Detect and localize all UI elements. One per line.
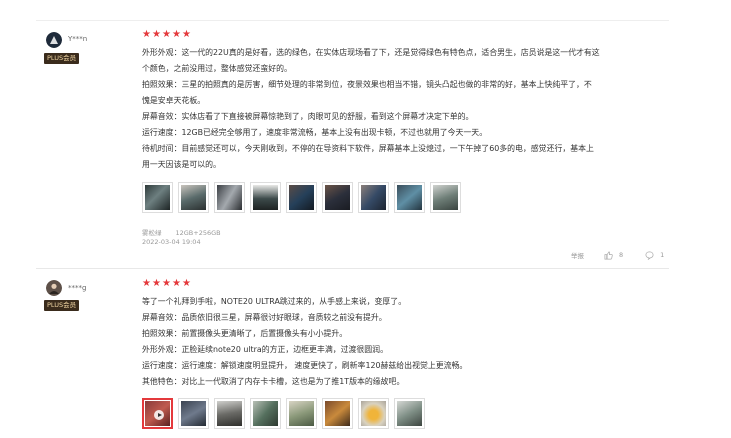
star-icon: ★ — [172, 29, 182, 40]
review-line: 外形外观：这一代的22U真的是好看，选的绿色，在实体店现场看了下，还是觉得绿色有… — [142, 48, 600, 57]
photo-thumbnail[interactable] — [358, 182, 389, 213]
photo-thumbnail[interactable] — [178, 182, 209, 213]
review-line: 个颜色，之前没用过，整体感觉还蛮好的。 — [142, 64, 292, 73]
star-icon: ★ — [162, 278, 172, 289]
star-icon: ★ — [182, 278, 192, 289]
star-icon: ★ — [172, 278, 182, 289]
photo-thumbnail[interactable] — [286, 398, 317, 429]
review-line: 待机时间：目前感觉还可以，今天刚收到，不停的在导资料下软件，屏幕基本上没熄过，一… — [142, 144, 594, 153]
star-icon: ★ — [162, 29, 172, 40]
thumbs-up-icon[interactable] — [604, 251, 613, 260]
photo-thumbnails — [142, 182, 461, 213]
like-count: 8 — [619, 251, 624, 259]
review-line: 屏幕音效：品质依旧很三星，屏幕很讨好眼球，音质较之前没有提升。 — [142, 313, 387, 322]
plus-member-badge: PLUS会员 — [44, 53, 80, 64]
review-actions: 举报 8 1 — [571, 250, 664, 260]
star-icon: ★ — [152, 278, 162, 289]
star-icon: ★ — [182, 29, 192, 40]
comment-bubble-icon[interactable] — [645, 251, 654, 260]
photo-thumbnail[interactable] — [250, 398, 281, 429]
review-line: 拍照效果：三星的拍照真的是厉害，细节处理的非常到位，夜景效果也相当不错，镜头凸起… — [142, 80, 592, 89]
order-info: 雾松绿 12GB+256GB — [142, 227, 235, 237]
review-text: 等了一个礼拜到手啦，NOTE20 ULTRA跳过来的，从手感上来说，变厚了。 屏… — [142, 294, 672, 390]
photo-thumbnail[interactable] — [394, 182, 425, 213]
review-date: 2022-03-04 19:04 — [142, 238, 201, 246]
review-line: 其他特色：对比上一代取消了内存卡卡槽，这也是为了推1T版本的缘故吧。 — [142, 377, 405, 386]
star-icon: ★ — [142, 278, 152, 289]
comment-count: 1 — [660, 251, 665, 259]
username: ****g — [68, 284, 87, 292]
photo-thumbnail[interactable] — [358, 398, 389, 429]
photo-thumbnail[interactable] — [142, 182, 173, 213]
photo-thumbnail[interactable] — [250, 182, 281, 213]
review-line: 屏幕音效：实体店看了下直接被屏幕惊艳到了，肉眼可见的舒服，看到这个屏幕才决定下单… — [142, 112, 474, 121]
video-thumbnail[interactable] — [142, 398, 173, 429]
photo-thumbnail[interactable] — [322, 182, 353, 213]
review-divider — [36, 268, 669, 269]
star-rating: ★★★★★ — [142, 29, 192, 40]
report-link[interactable]: 举报 — [571, 250, 584, 260]
review-line: 外形外观：正脸延续note20 ultra的方正，边框更丰满，过渡很圆润。 — [142, 345, 388, 354]
photo-thumbnails — [142, 398, 425, 429]
review-line: 等了一个礼拜到手啦，NOTE20 ULTRA跳过来的，从手感上来说，变厚了。 — [142, 297, 407, 306]
play-icon[interactable] — [154, 410, 164, 420]
star-icon: ★ — [142, 29, 152, 40]
photo-thumbnail[interactable] — [322, 398, 353, 429]
user-avatar[interactable] — [46, 280, 62, 296]
product-variant: 雾松绿 — [142, 229, 162, 237]
product-spec: 12GB+256GB — [175, 229, 221, 237]
user-avatar[interactable] — [46, 32, 62, 48]
star-rating: ★★★★★ — [142, 278, 192, 289]
username: Y***n — [68, 35, 88, 43]
photo-thumbnail[interactable] — [394, 398, 425, 429]
review-line: 愧是安卓天花板。 — [142, 96, 206, 105]
review-text: 外形外观：这一代的22U真的是好看，选的绿色，在实体店现场看了下，还是觉得绿色有… — [142, 45, 672, 173]
photo-thumbnail[interactable] — [178, 398, 209, 429]
photo-thumbnail[interactable] — [214, 398, 245, 429]
review-line: 拍照效果：前置摄像头更清晰了，后置摄像头有小小提升。 — [142, 329, 348, 338]
star-icon: ★ — [152, 29, 162, 40]
photo-thumbnail[interactable] — [430, 182, 461, 213]
review-line: 用一天因该是可以的。 — [142, 160, 221, 169]
photo-thumbnail[interactable] — [214, 182, 245, 213]
top-divider — [36, 20, 669, 21]
review-line: 运行速度：运行速度：解锁速度明显提升， 速度更快了，刷新率120赫兹给出视觉上更… — [142, 361, 468, 370]
plus-member-badge: PLUS会员 — [44, 300, 80, 311]
photo-thumbnail[interactable] — [286, 182, 317, 213]
review-line: 运行速度：12GB已经完全够用了，速度非常流畅，基本上没有出现卡顿，不过也就用了… — [142, 128, 488, 137]
